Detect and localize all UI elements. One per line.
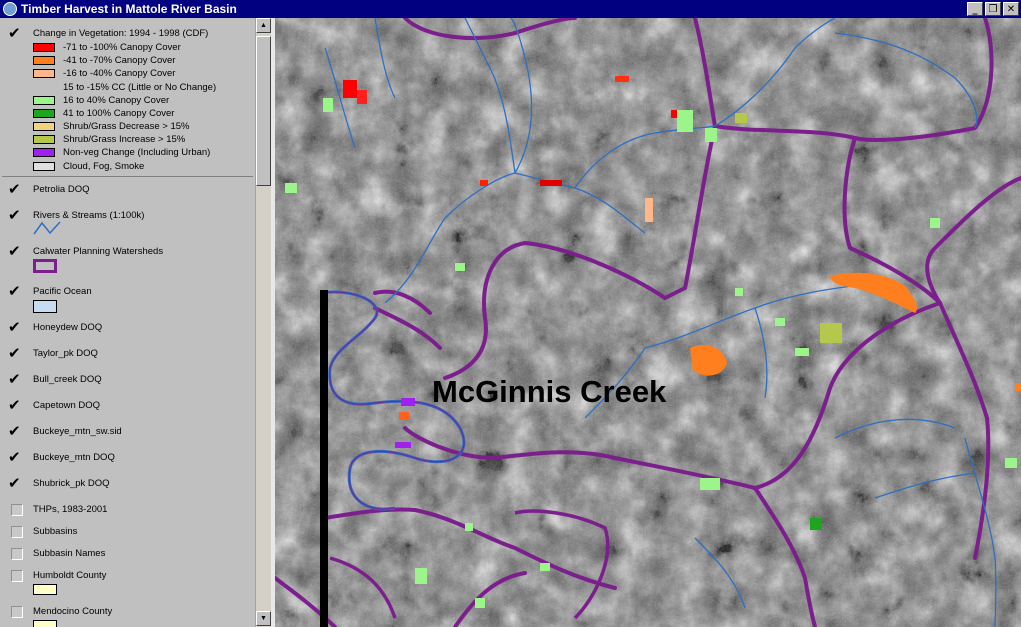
legend-class-label: Non-veg Change (Including Urban) [63,147,211,158]
layer-checkbox-subbasin-names[interactable] [11,548,23,560]
legend-class-label: 41 to 100% Canopy Cover [63,108,175,119]
legend-swatch [33,109,55,118]
legend-swatch [33,96,55,105]
window-controls: _ ❐ ✕ [967,2,1019,16]
layer-checkbox-rivers[interactable]: ✔ [8,208,23,223]
map-place-label: McGinnis Creek [432,374,667,409]
legend-swatch [33,162,55,171]
legend-swatch [33,135,55,144]
humboldt-county-symbol [33,584,57,595]
layer-name-subbasins: Subbasins [33,526,78,537]
layer-name-watersheds: Calwater Planning Watersheds [33,246,164,257]
legend-class-label: 15 to -15% CC (Little or No Change) [63,82,217,93]
layer-checkbox-watersheds[interactable]: ✔ [8,244,23,259]
layer-name-buckeye-sw: Buckeye_mtn_sw.sid [33,426,122,437]
minimize-button[interactable]: _ [967,2,983,16]
aerial-grain [275,18,1021,627]
window-title: Timber Harvest in Mattole River Basin [21,2,237,16]
layer-name-buckeye-mtn: Buckeye_mtn DOQ [33,452,115,463]
layer-checkbox-shubrick[interactable]: ✔ [8,476,23,491]
toc-scrollbar[interactable]: ▲ ▼ [255,18,271,627]
layer-checkbox-honeydew[interactable]: ✔ [8,320,23,335]
legend-swatch [33,122,55,131]
layer-name-petrolia: Petrolia DOQ [33,184,90,195]
legend-class-label: -71 to -100% Canopy Cover [63,42,181,53]
layer-checkbox-taylor-pk[interactable]: ✔ [8,346,23,361]
layer-checkbox-subbasins[interactable] [11,526,23,538]
restore-button[interactable]: ❐ [985,2,1001,16]
legend-class-label: -16 to -40% Canopy Cover [63,68,176,79]
scale-bar [320,290,328,627]
scroll-down-arrow-icon[interactable]: ▼ [256,611,271,626]
layer-checkbox-mendocino[interactable] [11,606,23,618]
watershed-symbol [33,259,57,273]
layer-name-shubrick: Shubrick_pk DOQ [33,478,110,489]
layer-checkbox-petrolia[interactable]: ✔ [8,182,23,197]
layer-checkbox-buckeye-mtn[interactable]: ✔ [8,450,23,465]
legend-class-label: Cloud, Fog, Smoke [63,161,145,172]
layer-checkbox-capetown[interactable]: ✔ [8,398,23,413]
mendocino-county-symbol [33,620,57,627]
river-line-symbol [33,221,61,235]
legend-swatch [33,43,55,52]
layer-checkbox-bull-creek[interactable]: ✔ [8,372,23,387]
layer-checkbox-buckeye-sw[interactable]: ✔ [8,424,23,439]
legend-class-label: Shrub/Grass Decrease > 15% [63,121,190,132]
layer-checkbox-pacific-ocean[interactable]: ✔ [8,284,23,299]
layer-name-subbasin-names: Subbasin Names [33,548,106,559]
legend-separator [2,176,253,177]
ocean-symbol [33,300,57,313]
legend-swatch [33,56,55,65]
layer-name-mendocino: Mendocino County [33,606,113,617]
legend-swatch [33,148,55,157]
legend-class-label: Shrub/Grass Increase > 15% [63,134,186,145]
layer-name-thps: THPs, 1983-2001 [33,504,108,515]
layer-checkbox-humboldt[interactable] [11,570,23,582]
legend-swatch [33,69,55,78]
scrollbar-thumb[interactable] [256,36,271,186]
layer-name-bull-creek: Bull_creek DOQ [33,374,102,385]
layer-name-capetown: Capetown DOQ [33,400,101,411]
layer-name-rivers: Rivers & Streams (1:100k) [33,210,145,221]
layer-name-vegetation: Change in Vegetation: 1994 - 1998 (CDF) [33,28,209,39]
layer-name-honeydew: Honeydew DOQ [33,322,103,333]
legend-class-label: -41 to -70% Canopy Cover [63,55,176,66]
map-canvas: McGinnis Creek [275,18,1021,627]
layer-name-humboldt: Humboldt County [33,570,107,581]
scroll-up-arrow-icon[interactable]: ▲ [256,18,271,33]
layer-name-pacific-ocean: Pacific Ocean [33,286,92,297]
legend-class-label: 16 to 40% Canopy Cover [63,95,170,106]
table-of-contents: ✔ Change in Vegetation: 1994 - 1998 (CDF… [0,18,255,627]
layer-checkbox-vegetation[interactable]: ✔ [8,26,23,41]
window-title-bar[interactable]: Timber Harvest in Mattole River Basin _ … [0,0,1021,18]
close-button[interactable]: ✕ [1003,2,1019,16]
layer-checkbox-thps[interactable] [11,504,23,516]
map-view[interactable]: McGinnis Creek [275,18,1021,627]
globe-app-icon [3,2,17,16]
layer-name-taylor-pk: Taylor_pk DOQ [33,348,98,359]
